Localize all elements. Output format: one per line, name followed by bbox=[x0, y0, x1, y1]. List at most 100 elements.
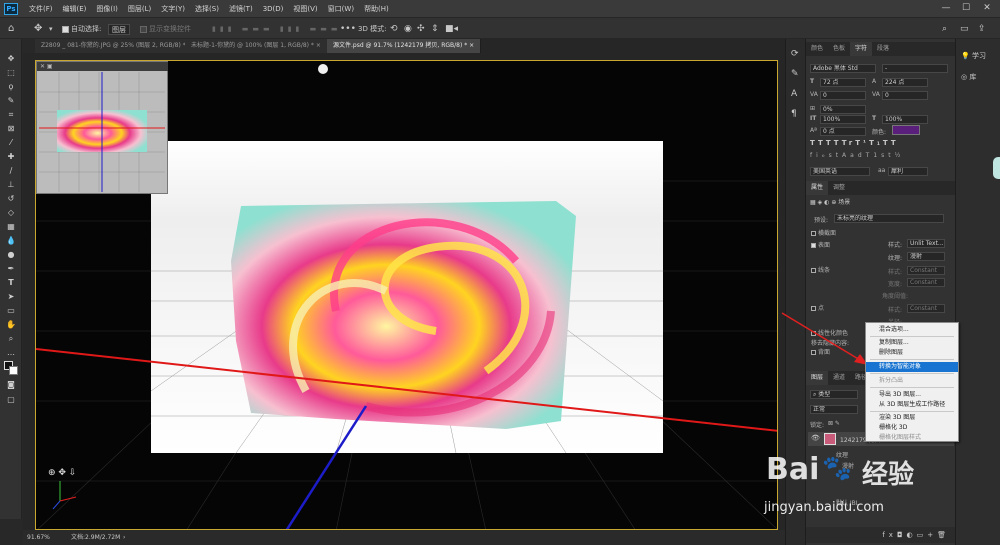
new-group-icon[interactable]: ▭ bbox=[917, 531, 928, 539]
faux-bold-button[interactable]: T bbox=[810, 139, 818, 147]
align-icons[interactable]: ▮▮▮ ▬▬▬ ▮▮▮ ▬▬▬ bbox=[212, 22, 341, 36]
points-style-select[interactable]: Constant bbox=[907, 304, 945, 313]
type-tool-icon[interactable]: T bbox=[5, 277, 17, 289]
history-panel-icon[interactable]: ⟳ bbox=[791, 49, 799, 59]
rectangle-tool-icon[interactable]: ▭ bbox=[5, 305, 17, 317]
lines-checkbox[interactable]: 线条 bbox=[811, 265, 830, 274]
path-select-icon[interactable]: ➤ bbox=[5, 291, 17, 303]
menu-item-blending-options[interactable]: 混合选项... bbox=[866, 325, 958, 335]
preset-select[interactable]: 未标亮的纹理 bbox=[834, 214, 944, 223]
lasso-tool-icon[interactable]: ϙ bbox=[5, 81, 17, 93]
document-size[interactable]: 文档:2.9M/2.72M bbox=[71, 530, 120, 545]
menu-image[interactable]: 图像(I) bbox=[91, 4, 123, 14]
blur-tool-icon[interactable]: 💧 bbox=[5, 235, 17, 247]
show-transform-checkbox[interactable]: 显示变换控件 bbox=[140, 22, 191, 36]
library-item[interactable]: ◎ 库 bbox=[961, 72, 976, 82]
menu-window[interactable]: 窗口(W) bbox=[323, 4, 359, 14]
close-icon[interactable]: ✕ bbox=[977, 0, 997, 17]
menu-item-rasterize-3d[interactable]: 栅格化 3D bbox=[866, 423, 958, 433]
opentype-buttons[interactable]: fiℴstAadT1st½ bbox=[810, 152, 950, 159]
tab-document-1[interactable]: Z2809 _ 081-你黛的.JPG @ 25% (图层 2, RGB/8) … bbox=[35, 39, 200, 53]
marquee-tool-icon[interactable]: ⬚ bbox=[5, 67, 17, 79]
font-family-select[interactable]: Adobe 黑体 Std bbox=[810, 64, 876, 73]
3d-pan-icon[interactable]: ✣ bbox=[417, 22, 425, 36]
3d-slide-icon[interactable]: ⇕ bbox=[431, 22, 439, 36]
pen-tool-icon[interactable]: ✒ bbox=[5, 263, 17, 275]
menu-3d[interactable]: 3D(D) bbox=[258, 5, 289, 13]
tab-scene[interactable]: 场景 bbox=[838, 199, 850, 206]
home-icon[interactable]: ⌂ bbox=[8, 22, 14, 36]
text-color-swatch[interactable] bbox=[892, 125, 920, 135]
blend-mode-select[interactable]: 正常 bbox=[810, 405, 858, 414]
zoom-tool-icon[interactable]: ⌕ bbox=[5, 333, 17, 345]
hand-tool-icon[interactable]: ✋ bbox=[5, 319, 17, 331]
menu-edit[interactable]: 编辑(E) bbox=[58, 4, 92, 14]
tsume-field[interactable]: 0% bbox=[820, 105, 866, 114]
auto-select-dropdown[interactable]: 图层 bbox=[108, 22, 130, 36]
status-chevron-icon[interactable]: › bbox=[123, 530, 125, 545]
minimize-icon[interactable]: — bbox=[936, 0, 956, 17]
clone-stamp-icon[interactable]: ⊥ bbox=[5, 179, 17, 191]
kerning-field[interactable]: 0 bbox=[820, 91, 866, 100]
tab-close-icon[interactable]: × bbox=[316, 42, 321, 49]
small-caps-button[interactable]: Tr bbox=[842, 139, 855, 147]
eraser-tool-icon[interactable]: ◇ bbox=[5, 207, 17, 219]
workspace-icon[interactable]: ▭ bbox=[960, 22, 969, 36]
baseline-field[interactable]: 0 点 bbox=[820, 127, 866, 136]
fx-icon[interactable]: fx bbox=[882, 531, 897, 539]
3d-widget-handle[interactable] bbox=[318, 64, 328, 74]
frame-tool-icon[interactable]: ⊠ bbox=[5, 123, 17, 135]
move-tool-icon[interactable]: ✥ bbox=[5, 53, 17, 65]
search-icon[interactable]: ⌕ bbox=[942, 22, 947, 36]
font-style-select[interactable]: - bbox=[882, 64, 948, 73]
stylistic-button[interactable]: A bbox=[842, 152, 850, 159]
fractions-button[interactable]: ½ bbox=[895, 152, 905, 159]
language-select[interactable]: 美国英语 bbox=[810, 167, 870, 176]
leading-field[interactable]: 224 点 bbox=[882, 78, 928, 87]
width-select[interactable]: Constant bbox=[907, 278, 945, 287]
menu-item-split-extrusion[interactable]: 拆分凸出 bbox=[866, 376, 958, 386]
3d-orbit-icon[interactable]: ⟲ bbox=[390, 22, 398, 36]
side-tab-handle[interactable] bbox=[993, 157, 1000, 179]
font-size-field[interactable]: 72 点 bbox=[820, 78, 866, 87]
menu-item-work-path-from-3d[interactable]: 从 3D 图层生成工作路径 bbox=[866, 400, 958, 410]
tab-paragraph[interactable]: 段落 bbox=[872, 42, 894, 56]
gradient-tool-icon[interactable]: ▦ bbox=[5, 221, 17, 233]
share-icon[interactable]: ⇪ bbox=[978, 22, 986, 36]
menu-type[interactable]: 文字(Y) bbox=[156, 4, 190, 14]
zoom-level[interactable]: 91.67% bbox=[27, 530, 50, 545]
titling-button[interactable]: ad bbox=[850, 152, 866, 159]
move-tool-icon[interactable]: ✥ bbox=[34, 22, 42, 36]
vertical-scale-field[interactable]: 100% bbox=[820, 115, 866, 124]
lock-icons[interactable]: ⊠ ✎ bbox=[828, 420, 840, 427]
screen-mode-icon[interactable]: ▢ bbox=[5, 394, 17, 406]
tab-adjustments[interactable]: 调整 bbox=[828, 181, 850, 195]
tab-document-2[interactable]: 未标题-1-你黛的 @ 100% (图层 1, RGB/8) * × bbox=[185, 39, 328, 53]
add-mask-icon[interactable]: ◘ bbox=[897, 531, 907, 539]
history-brush-icon[interactable]: ↺ bbox=[5, 193, 17, 205]
horizontal-scale-field[interactable]: 100% bbox=[882, 115, 928, 124]
dodge-tool-icon[interactable]: ● bbox=[5, 249, 17, 261]
tab-document-3[interactable]: 源文件.psd @ 91.7% (1242179 拷贝, RGB/8) * × bbox=[327, 39, 482, 53]
camera-widget-icons[interactable]: ⊕ ✥ ⇩ bbox=[48, 468, 76, 478]
ligature-button[interactable]: fi bbox=[810, 152, 822, 159]
paragraph-panel-icon[interactable]: ¶ bbox=[791, 109, 797, 119]
menu-item-render-3d-layer[interactable]: 渲染 3D 图层 bbox=[866, 413, 958, 423]
tab-swatches[interactable]: 色板 bbox=[828, 42, 850, 56]
mesh-tab-icon[interactable]: ▦ bbox=[810, 199, 816, 206]
more-options-icon[interactable]: ••• bbox=[340, 22, 356, 36]
eyedropper-tool-icon[interactable]: ⁄ bbox=[5, 137, 17, 149]
document-canvas[interactable]: ⊕ ✥ ⇩ ✕ ▣ bbox=[35, 60, 778, 530]
menu-item-export-3d-layer[interactable]: 导出 3D 图层... bbox=[866, 390, 958, 400]
menu-item-convert-to-smart-object[interactable]: 转换为智能对象 bbox=[866, 362, 958, 372]
properties-panel-icon[interactable]: A bbox=[791, 89, 797, 99]
tab-color[interactable]: 颜色 bbox=[806, 42, 828, 56]
typo-style-buttons[interactable]: TTTTTrT¹T₁TT bbox=[810, 139, 950, 147]
cap-tab-icon[interactable]: ◐ bbox=[824, 199, 829, 206]
lines-style-select[interactable]: Constant bbox=[907, 266, 945, 275]
tab-properties[interactable]: 属性 bbox=[806, 181, 829, 195]
discretionary-ligature-button[interactable]: st bbox=[829, 152, 842, 159]
menu-item-rasterize-layer-style[interactable]: 栅格化图层样式 bbox=[866, 433, 958, 443]
tab-channels[interactable]: 通道 bbox=[828, 371, 850, 385]
maximize-icon[interactable]: ☐ bbox=[956, 0, 976, 17]
